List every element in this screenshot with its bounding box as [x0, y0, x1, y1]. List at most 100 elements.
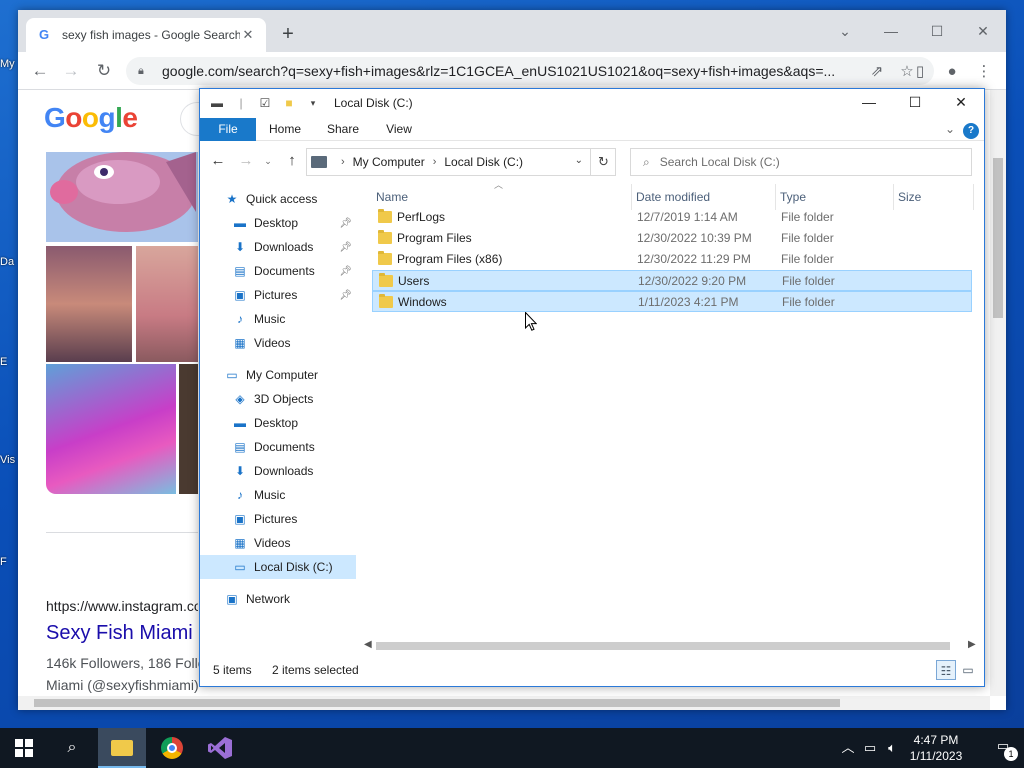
search-input[interactable]: ⌕ Search Local Disk (C:) — [630, 148, 972, 176]
nav-item-local-disk-c[interactable]: ▭ Local Disk (C:) — [200, 555, 356, 579]
share-icon[interactable]: ⇗ — [862, 62, 892, 80]
pin-icon: 📌︎ — [339, 265, 352, 277]
tab-close-icon[interactable]: ✕ — [240, 27, 256, 43]
desktop-icon-label[interactable]: My — [0, 58, 18, 70]
ribbon-tab-home[interactable]: Home — [262, 118, 308, 141]
forward-arrow-icon[interactable]: → — [234, 149, 258, 173]
nav-item-network[interactable]: ▣ Network — [200, 587, 356, 611]
taskbar-chrome[interactable] — [148, 728, 196, 768]
google-logo[interactable]: Google — [44, 102, 138, 134]
restaurant-image-thumbnail[interactable] — [179, 364, 198, 494]
file-row[interactable]: Windows 1/11/2023 4:21 PM File folder — [372, 291, 972, 312]
new-folder-icon[interactable]: ■ — [280, 95, 298, 111]
ribbon-tab-share[interactable]: Share — [320, 118, 366, 141]
help-icon[interactable]: ? — [962, 118, 980, 141]
file-row[interactable]: Users 12/30/2022 9:20 PM File folder — [372, 270, 972, 291]
file-name: Program Files — [397, 231, 472, 245]
explorer-horizontal-scrollbar[interactable]: ◀ ▶ — [362, 638, 982, 654]
desktop-icon-label[interactable]: Vis — [0, 454, 18, 466]
properties-check-icon[interactable]: ☑ — [256, 95, 274, 111]
chrome-maximize-button[interactable]: ☐ — [914, 16, 960, 46]
nav-item-my-computer[interactable]: ▭ My Computer — [200, 363, 356, 387]
breadcrumb-separator[interactable]: › — [433, 156, 437, 168]
url-text[interactable]: google.com/search?q=sexy+fish+images&rlz… — [162, 63, 862, 79]
chrome-vertical-scrollbar[interactable] — [990, 90, 1006, 696]
clock[interactable]: 4:47 PM 1/11/2023 — [906, 732, 966, 764]
expand-ribbon-chevron-icon[interactable]: ⌄ — [940, 118, 960, 141]
chrome-menu-icon[interactable]: ⋮ — [972, 60, 996, 84]
explorer-maximize-button[interactable]: ☐ — [892, 89, 938, 116]
reload-icon[interactable]: ↻ — [91, 58, 117, 84]
ribbon-tab-file[interactable]: File — [200, 118, 256, 141]
nav-item-desktop[interactable]: ▬ Desktop 📌︎ — [200, 211, 356, 235]
profile-avatar-icon[interactable]: ● — [940, 60, 964, 84]
nav-item-music[interactable]: ♪ Music — [200, 307, 356, 331]
nav-item-music[interactable]: ♪ Music — [200, 483, 356, 507]
back-arrow-icon[interactable]: ← — [27, 58, 53, 84]
nav-item-pictures[interactable]: ▣ Pictures — [200, 507, 356, 531]
refresh-icon[interactable]: ↻ — [590, 148, 616, 176]
nav-item-documents[interactable]: ▤ Documents 📌︎ — [200, 259, 356, 283]
file-date: 12/30/2022 9:20 PM — [638, 274, 747, 288]
explorer-close-button[interactable]: ✕ — [938, 89, 984, 116]
network-icon[interactable]: ▭ — [860, 728, 880, 768]
show-hidden-icons-chevron[interactable]: ︿ — [838, 728, 858, 768]
breadcrumb-my-computer[interactable]: My Computer — [353, 155, 425, 169]
file-row[interactable]: Program Files 12/30/2022 10:39 PM File fol… — [372, 228, 972, 249]
nav-item-pictures[interactable]: ▣ Pictures 📌︎ — [200, 283, 356, 307]
nav-item-desktop[interactable]: ▬ Desktop — [200, 411, 356, 435]
restaurant-image-thumbnail[interactable] — [46, 246, 132, 362]
taskbar-visual-studio[interactable] — [196, 728, 244, 768]
up-arrow-icon[interactable]: ↑ — [280, 149, 304, 173]
chrome-minimize-button[interactable]: — — [868, 16, 914, 46]
taskbar-file-explorer[interactable] — [98, 728, 146, 768]
breadcrumb-local-disk[interactable]: Local Disk (C:) — [444, 155, 523, 169]
nav-item-label: Music — [254, 488, 286, 502]
explorer-minimize-button[interactable]: — — [846, 89, 892, 116]
nav-item-quick-access[interactable]: ★ Quick access — [200, 187, 356, 211]
scroll-right-icon[interactable]: ▶ — [968, 639, 976, 650]
folder-icon — [379, 294, 393, 308]
address-dropdown-icon[interactable]: ⌄ — [575, 155, 583, 166]
nav-item-videos[interactable]: ▦ Videos — [200, 331, 356, 355]
nav-item-videos[interactable]: ▦ Videos — [200, 531, 356, 555]
aquarium-image-thumbnail[interactable] — [46, 364, 176, 494]
scroll-left-icon[interactable]: ◀ — [364, 639, 372, 650]
file-row[interactable]: Program Files (x86) 12/30/2022 11:29 PM Fi… — [372, 249, 972, 270]
customize-toolbar-chevron-icon[interactable]: ▾ — [304, 95, 322, 111]
volume-icon[interactable]: 🔈︎ — [882, 728, 902, 768]
forward-arrow-icon[interactable]: → — [58, 58, 84, 84]
desktop-icon-label[interactable]: F — [0, 556, 18, 568]
side-panel-icon[interactable]: ▯ — [908, 60, 932, 84]
large-icons-view-button[interactable]: ▭ — [958, 660, 978, 680]
desktop-icon-label[interactable]: E — [0, 356, 18, 368]
chrome-close-button[interactable]: ✕ — [960, 16, 1006, 46]
back-arrow-icon[interactable]: ← — [206, 149, 230, 173]
details-view-button[interactable]: ☷ — [936, 660, 956, 680]
search-icon: ⌕ — [643, 154, 650, 169]
taskbar-search-icon[interactable]: ⌕ — [48, 728, 96, 768]
file-row[interactable]: PerfLogs 12/7/2019 1:14 AM File folder — [372, 207, 972, 228]
breadcrumb-separator[interactable]: › — [341, 156, 345, 168]
nav-item-3d-objects[interactable]: ◈ 3D Objects — [200, 387, 356, 411]
restaurant-image-thumbnail[interactable] — [136, 246, 198, 362]
ribbon-tab-view[interactable]: View — [376, 118, 422, 141]
fish-image-thumbnail[interactable] — [46, 152, 198, 242]
notification-center-icon[interactable]: ▭ 1 — [992, 738, 1018, 761]
new-tab-button[interactable]: + — [276, 23, 300, 47]
desktop-icon-label[interactable]: Da — [0, 256, 18, 268]
chrome-tab[interactable]: G sexy fish images - Google Search ✕ — [26, 18, 266, 52]
nav-item-downloads[interactable]: ⬇ Downloads — [200, 459, 356, 483]
nav-item-documents[interactable]: ▤ Documents — [200, 435, 356, 459]
tab-search-dropdown-icon[interactable]: ⌄ — [822, 16, 868, 46]
address-bar[interactable]: › My Computer › Local Disk (C:) ⌄ — [306, 148, 616, 176]
recent-locations-chevron-icon[interactable]: ⌄ — [256, 149, 280, 173]
video-icon: ▦ — [234, 336, 246, 350]
result-title-link[interactable]: Sexy Fish Miami — [46, 622, 193, 645]
chrome-horizontal-scrollbar[interactable] — [18, 696, 990, 710]
address-bar[interactable]: 🔒︎ google.com/search?q=sexy+fish+images&… — [126, 57, 934, 85]
file-name: Users — [398, 274, 430, 288]
nav-item-downloads[interactable]: ⬇ Downloads 📌︎ — [200, 235, 356, 259]
nav-item-label: Network — [246, 592, 291, 606]
start-button[interactable] — [0, 728, 48, 768]
